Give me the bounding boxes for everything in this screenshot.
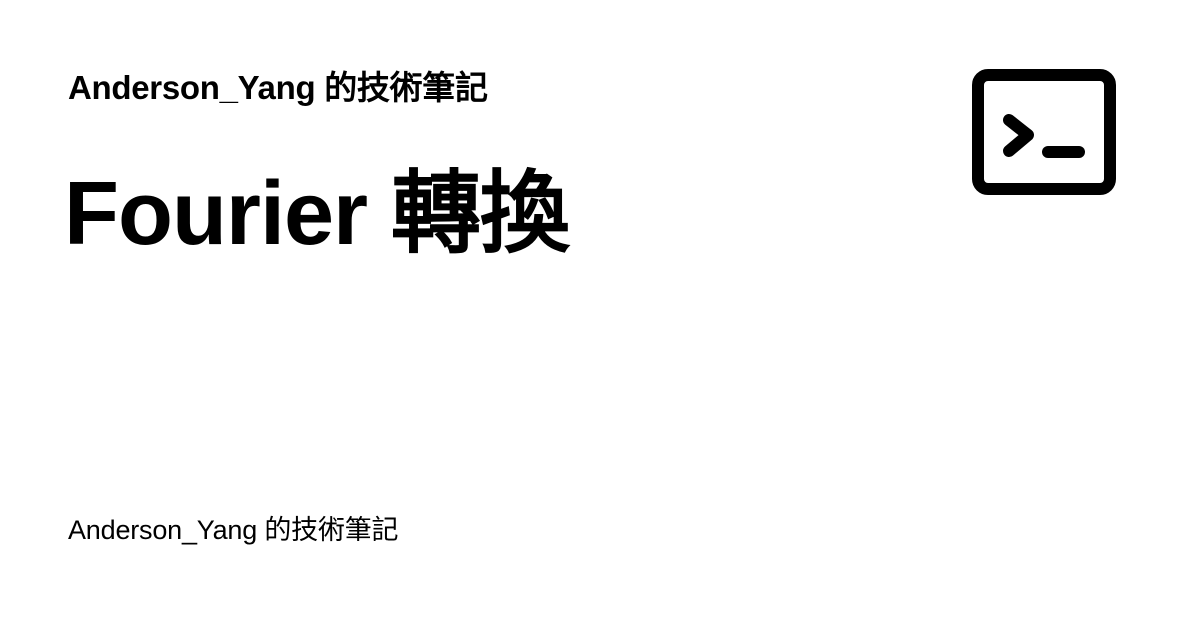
site-name: Anderson_Yang 的技術筆記 <box>68 69 488 106</box>
page-title: Fourier 轉換 <box>64 164 570 264</box>
author-name: Anderson_Yang 的技術筆記 <box>68 515 399 545</box>
terminal-icon <box>972 69 1116 195</box>
